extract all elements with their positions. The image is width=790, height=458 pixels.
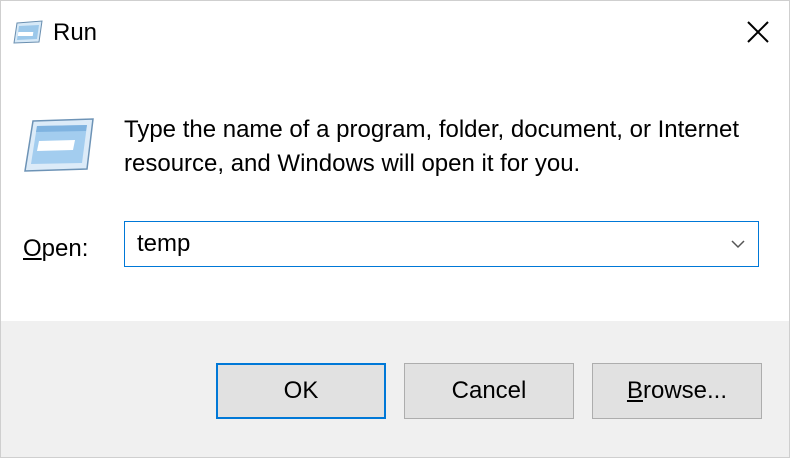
ok-button[interactable]: OK <box>216 363 386 419</box>
cancel-button[interactable]: Cancel <box>404 363 574 419</box>
dialog-footer: OK Cancel Browse... <box>1 321 789 457</box>
run-dialog: PC risk.com Run Type the name of a progr… <box>0 0 790 458</box>
ok-button-label: OK <box>283 377 319 404</box>
dialog-body: Type the name of a program, folder, docu… <box>1 63 789 321</box>
title-bar[interactable]: Run <box>1 1 789 63</box>
chevron-down-icon <box>731 240 745 249</box>
close-icon <box>747 21 769 43</box>
open-label: Open: <box>23 233 88 265</box>
run-app-icon <box>24 118 94 172</box>
open-dropdown-button[interactable] <box>718 222 758 266</box>
open-input[interactable] <box>125 222 715 266</box>
open-combobox[interactable] <box>124 221 759 267</box>
browse-accelerator: B <box>626 377 643 404</box>
close-button[interactable] <box>727 1 789 63</box>
open-label-accelerator: O <box>23 235 42 262</box>
cancel-button-label: Cancel <box>451 377 527 404</box>
browse-text: rowse... <box>642 377 728 404</box>
browse-button-label: Browse... <box>627 377 727 405</box>
run-app-icon <box>13 20 43 44</box>
browse-button[interactable]: Browse... <box>592 363 762 419</box>
window-title: Run <box>53 19 98 46</box>
open-label-text: pen: <box>41 235 89 262</box>
dialog-description: Type the name of a program, folder, docu… <box>124 116 740 177</box>
